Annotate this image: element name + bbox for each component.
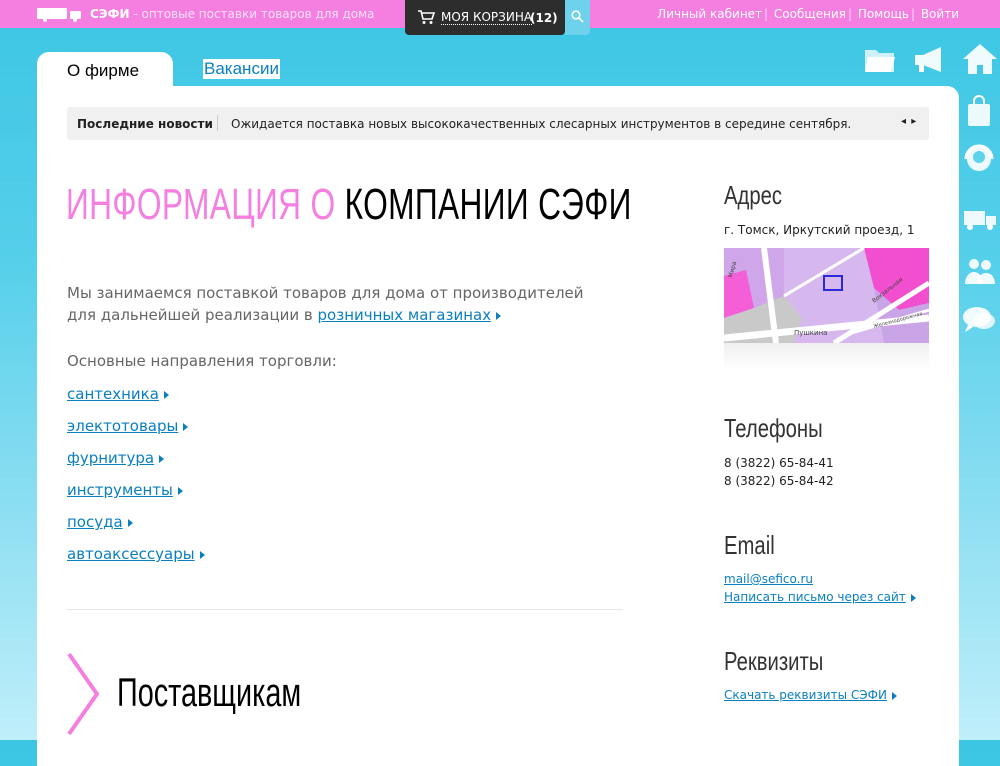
direction-link-plumbing[interactable]: сантехника	[67, 385, 159, 403]
map-reflection	[724, 343, 929, 371]
intro-paragraph: Мы занимаемся поставкой товаров для дома…	[67, 282, 607, 326]
cabinet-link[interactable]: Личный кабинет	[657, 7, 762, 21]
directions-heading: Основные направления торговли:	[67, 352, 337, 370]
news-ticker: Последние новости Ожидается поставка нов…	[67, 107, 929, 140]
folder-icon[interactable]	[864, 46, 896, 74]
megaphone-icon[interactable]	[913, 46, 947, 74]
brand-tagline: - оптовые поставки товаров для дома	[129, 7, 375, 21]
map-street-label: Пушкина	[794, 329, 827, 337]
cart-button[interactable]: МОЯ КОРЗИНА (12)	[405, 0, 565, 35]
arrow-icon	[163, 390, 169, 399]
write-letter-link[interactable]: Написать письмо через сайт	[724, 590, 906, 604]
cart-icon	[418, 10, 435, 24]
direction-item[interactable]: сантехника	[67, 385, 169, 403]
retail-stores-link[interactable]: розничных магазинах	[318, 306, 492, 324]
map-graphic: Мира Вокзальная Пушкина Железнодорожная	[724, 248, 929, 343]
news-divider	[217, 115, 218, 131]
download-requisites-link[interactable]: Скачать реквизиты СЭФИ	[724, 688, 887, 702]
search-button[interactable]	[565, 0, 590, 35]
arrow-icon	[910, 593, 916, 602]
chevron-right-icon	[67, 652, 100, 736]
direction-link-dishes[interactable]: посуда	[67, 513, 123, 531]
location-map[interactable]: Мира Вокзальная Пушкина Железнодорожная	[724, 248, 929, 343]
news-title: Последние новости	[77, 117, 213, 131]
cart-label: МОЯ КОРЗИНА	[441, 10, 533, 25]
phones-heading: Телефоны	[724, 413, 823, 443]
arrow-icon	[127, 518, 133, 527]
separator: |	[910, 7, 915, 21]
suppliers-heading: Поставщикам	[117, 671, 302, 715]
brand[interactable]: СЭФИ - оптовые поставки товаров для дома	[90, 7, 375, 21]
requisites-row: Скачать реквизиты СЭФИ	[724, 688, 897, 702]
help-link[interactable]: Помощь	[858, 7, 909, 21]
phone-2: 8 (3822) 65-84-42	[724, 474, 834, 488]
arrow-icon	[183, 422, 189, 431]
direction-link-fittings[interactable]: фурнитура	[67, 449, 154, 467]
arrow-icon	[159, 454, 165, 463]
email-link[interactable]: mail@sefico.ru	[724, 572, 813, 586]
people-icon[interactable]	[964, 256, 996, 286]
tab-about[interactable]: О фирме	[37, 52, 173, 92]
section-divider	[67, 609, 623, 610]
direction-link-auto[interactable]: автоаксессуары	[67, 545, 195, 563]
truck-logo-icon	[37, 8, 81, 22]
chat-icon[interactable]	[962, 305, 996, 333]
email-row: mail@sefico.ru	[724, 572, 813, 586]
search-icon	[571, 10, 584, 23]
cart-count: (12)	[530, 11, 558, 25]
login-link[interactable]: Войти	[921, 7, 959, 21]
brand-name: СЭФИ	[90, 7, 130, 21]
page-title-black: КОМПАНИИ СЭФИ	[344, 180, 632, 229]
write-letter-row: Написать письмо через сайт	[724, 590, 916, 604]
arrow-icon	[199, 550, 205, 559]
page-title: ИНФОРМАЦИЯ О КОМПАНИИ СЭФИ	[66, 180, 632, 230]
support-icon[interactable]	[962, 142, 996, 178]
direction-item[interactable]: электотовары	[67, 417, 189, 435]
news-text[interactable]: Ожидается поставка новых высококачествен…	[231, 117, 851, 131]
news-arrows[interactable]: ◂ ▸	[901, 116, 917, 127]
direction-link-electrical[interactable]: электотовары	[67, 417, 178, 435]
user-links: Личный кабинет | Сообщения | Помощь | Войти	[657, 7, 959, 21]
messages-link[interactable]: Сообщения	[774, 7, 846, 21]
arrow-icon	[177, 486, 183, 495]
direction-link-tools[interactable]: инструменты	[67, 481, 173, 499]
direction-item[interactable]: фурнитура	[67, 449, 165, 467]
shopping-bag-icon[interactable]	[967, 95, 991, 127]
direction-item[interactable]: инструменты	[67, 481, 183, 499]
arrow-icon	[891, 691, 897, 700]
address-text: г. Томск, Иркутский проезд, 1	[724, 223, 915, 237]
tab-vacancies[interactable]: Вакансии	[203, 59, 280, 79]
tab-about-label: О фирме	[67, 61, 140, 80]
separator: |	[847, 7, 852, 21]
separator: |	[764, 7, 769, 21]
page-title-pink: ИНФОРМАЦИЯ О	[66, 180, 345, 229]
requisites-heading: Реквизиты	[724, 646, 824, 676]
direction-item[interactable]: автоаксессуары	[67, 545, 205, 563]
phone-1: 8 (3822) 65-84-41	[724, 456, 834, 470]
direction-item[interactable]: посуда	[67, 513, 133, 531]
home-icon[interactable]	[962, 43, 998, 75]
address-heading: Адрес	[724, 180, 783, 210]
truck-icon[interactable]	[963, 208, 997, 232]
arrow-icon	[496, 311, 502, 320]
email-heading: Email	[724, 530, 775, 560]
